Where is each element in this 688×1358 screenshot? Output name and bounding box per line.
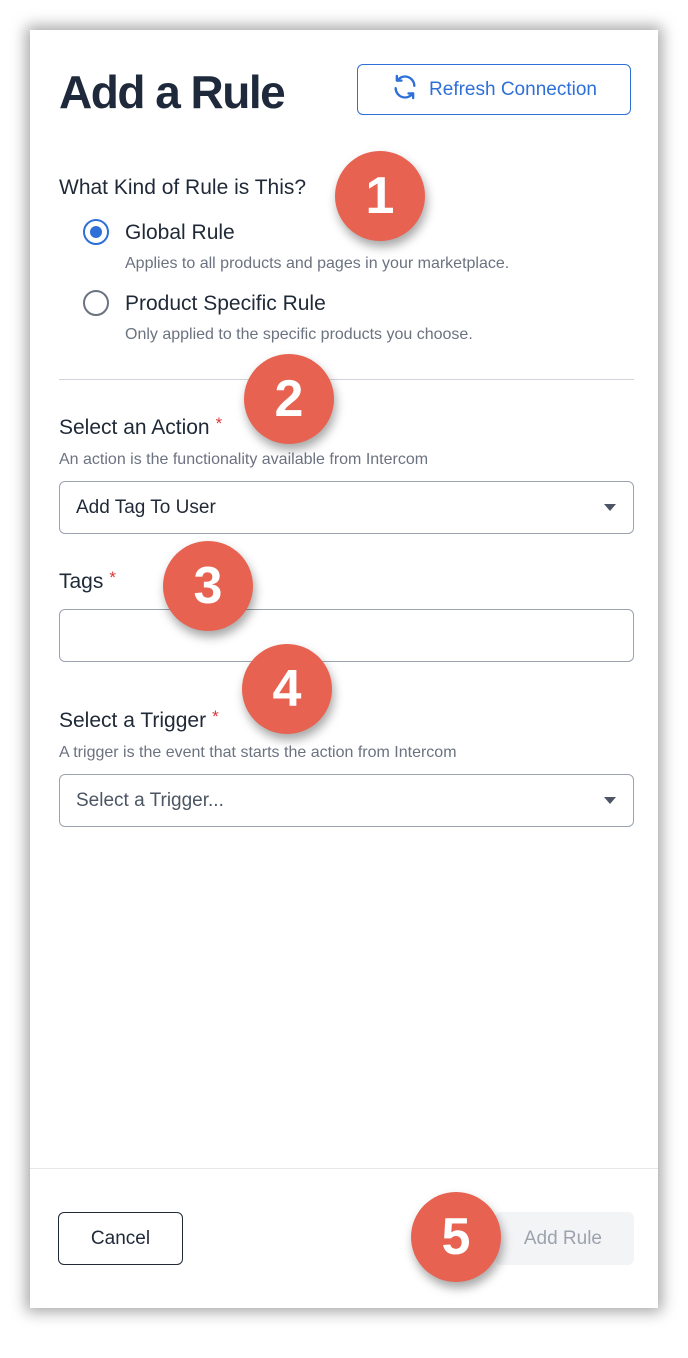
required-mark: * — [212, 707, 219, 726]
refresh-connection-label: Refresh Connection — [429, 78, 597, 100]
trigger-help: A trigger is the event that starts the a… — [59, 744, 457, 761]
step-marker-2: 2 — [244, 354, 334, 444]
product-specific-rule-label[interactable]: Product Specific Rule — [125, 292, 326, 316]
product-specific-rule-help: Only applied to the specific products yo… — [125, 326, 473, 343]
global-rule-help: Applies to all products and pages in you… — [125, 255, 510, 272]
trigger-label-text: Select a Trigger — [59, 709, 207, 732]
chevron-down-icon — [604, 797, 616, 804]
section-divider — [59, 379, 634, 380]
trigger-select-placeholder: Select a Trigger... — [76, 790, 224, 811]
refresh-icon — [391, 73, 419, 107]
action-help: An action is the functionality available… — [59, 451, 429, 468]
tags-label-text: Tags — [59, 570, 104, 593]
trigger-select[interactable]: Select a Trigger... — [59, 774, 634, 827]
footer-divider — [30, 1168, 658, 1169]
step-marker-5: 5 — [411, 1192, 501, 1282]
chevron-down-icon — [604, 504, 616, 511]
action-label-text: Select an Action — [59, 416, 210, 439]
action-select[interactable]: Add Tag To User — [59, 481, 634, 534]
tags-input[interactable] — [59, 609, 634, 662]
product-specific-rule-radio[interactable] — [83, 290, 109, 316]
page-title: Add a Rule — [59, 66, 286, 118]
tags-label: Tags * — [59, 568, 116, 594]
global-rule-label[interactable]: Global Rule — [125, 221, 235, 245]
step-marker-1: 1 — [335, 151, 425, 241]
step-marker-3: 3 — [163, 541, 253, 631]
refresh-connection-button[interactable]: Refresh Connection — [357, 64, 631, 115]
action-select-value: Add Tag To User — [76, 497, 216, 518]
add-rule-panel: Add a Rule Refresh Connection What Kind … — [30, 30, 658, 1308]
global-rule-radio[interactable] — [83, 219, 109, 245]
action-label: Select an Action * — [59, 414, 223, 440]
required-mark: * — [215, 414, 223, 433]
add-rule-button[interactable]: Add Rule — [495, 1212, 634, 1265]
cancel-button[interactable]: Cancel — [58, 1212, 183, 1265]
trigger-label: Select a Trigger * — [59, 707, 219, 733]
rule-kind-label: What Kind of Rule is This? — [59, 176, 307, 199]
step-marker-4: 4 — [242, 644, 332, 734]
required-mark: * — [109, 568, 116, 587]
